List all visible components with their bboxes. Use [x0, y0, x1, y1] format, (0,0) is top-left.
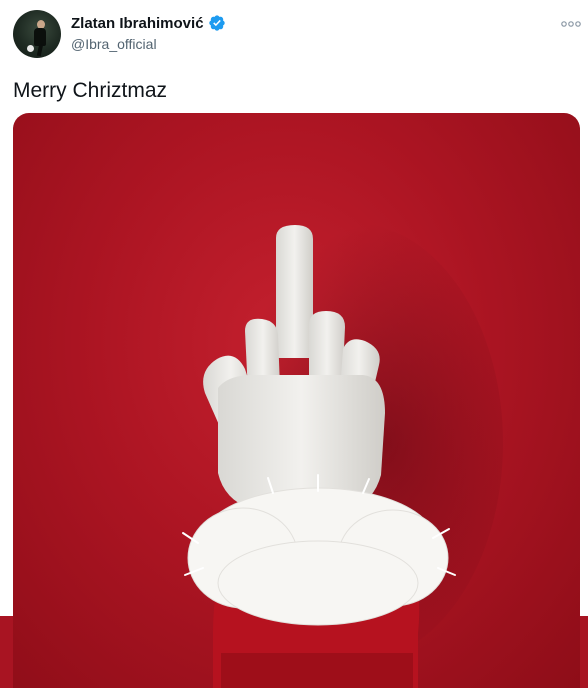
tweet-text: Merry Chriztmaz: [13, 79, 168, 102]
author-name[interactable]: Zlatan Ibrahimović: [71, 15, 204, 32]
avatar-ball: [27, 45, 34, 52]
tweet: Zlatan Ibrahimović @Ibra_official Merry …: [0, 0, 588, 688]
author-name-row: Zlatan Ibrahimović: [71, 14, 226, 32]
tweet-photo[interactable]: [13, 113, 580, 688]
author-handle[interactable]: @Ibra_official: [71, 36, 157, 52]
verified-badge-icon: [208, 14, 226, 32]
avatar-figure-leg: [36, 43, 44, 57]
avatar[interactable]: [13, 10, 61, 58]
more-horizontal-icon[interactable]: [561, 16, 581, 27]
santa-glove-illustration: [182, 223, 503, 688]
